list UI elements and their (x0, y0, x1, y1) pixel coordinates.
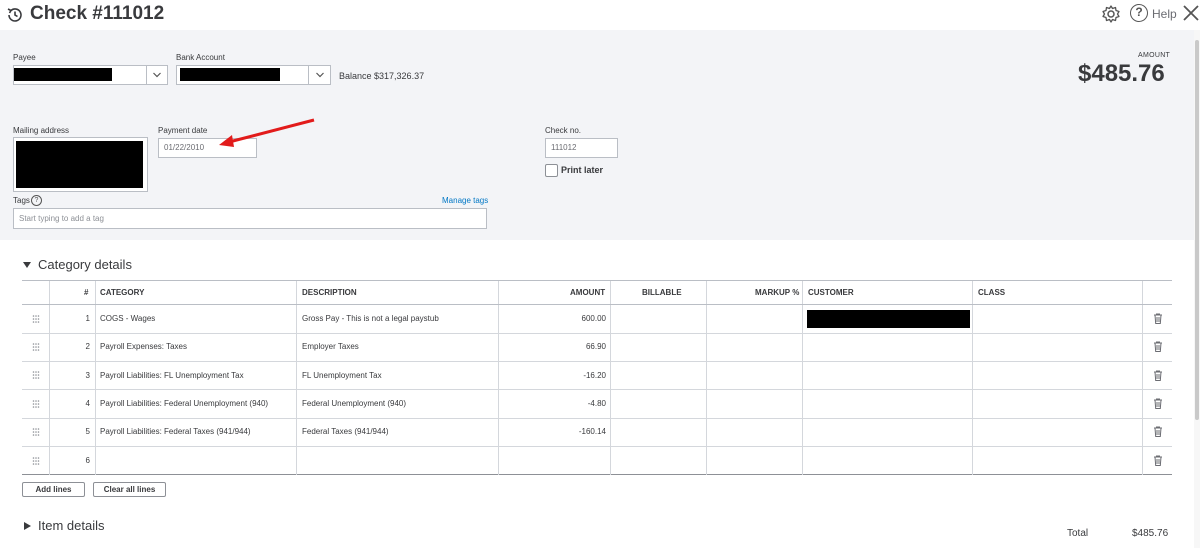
trash-icon[interactable] (1153, 426, 1163, 437)
trash-icon[interactable] (1153, 313, 1163, 324)
col-header-billable: BILLABLE (642, 288, 682, 297)
drag-handle-icon[interactable] (32, 315, 40, 323)
trash-icon[interactable] (1153, 370, 1163, 381)
trash-icon[interactable] (1153, 398, 1163, 409)
annotation-arrow (219, 118, 315, 147)
drag-handle-icon[interactable] (32, 428, 40, 436)
trash-icon[interactable] (1153, 455, 1163, 466)
row-number: 3 (85, 371, 90, 380)
bank-account-label: Bank Account (176, 53, 225, 62)
category-cell[interactable]: Payroll Expenses: Taxes (100, 341, 187, 353)
row-number: 1 (85, 314, 90, 323)
col-header-number: # (84, 288, 89, 297)
payee-dropdown-button[interactable] (146, 66, 167, 84)
category-cell[interactable]: Payroll Liabilities: Federal Taxes (941/… (100, 426, 251, 438)
tags-label: Tags (13, 196, 30, 205)
row-number: 2 (85, 342, 90, 351)
category-cell[interactable]: Payroll Liabilities: FL Unemployment Tax (100, 370, 244, 382)
amount-value: $485.76 (1078, 60, 1165, 87)
gear-icon[interactable] (1101, 4, 1121, 24)
amount-cell[interactable]: 600.00 (502, 313, 606, 325)
description-cell[interactable]: FL Unemployment Tax (302, 370, 382, 382)
description-cell[interactable]: Federal Unemployment (940) (302, 398, 406, 410)
col-header-description: DESCRIPTION (302, 288, 357, 297)
drag-handle-icon[interactable] (32, 371, 40, 379)
category-cell[interactable]: COGS - Wages (100, 313, 155, 325)
total-label: Total (1067, 528, 1089, 539)
expand-triangle-icon[interactable] (24, 522, 31, 530)
drag-handle-icon[interactable] (32, 343, 40, 351)
help-icon[interactable]: ? (1130, 4, 1148, 22)
help-icon[interactable]: ? (31, 195, 42, 206)
description-cell[interactable]: Employer Taxes (302, 341, 359, 353)
drag-handle-icon[interactable] (32, 400, 40, 408)
amount-cell[interactable]: 66.90 (502, 341, 606, 353)
category-cell[interactable]: Payroll Liabilities: Federal Unemploymen… (100, 398, 268, 410)
col-header-customer: CUSTOMER (808, 288, 854, 297)
description-cell[interactable]: Federal Taxes (941/944) (302, 426, 389, 438)
row-number: 5 (85, 427, 90, 436)
col-header-class: CLASS (978, 288, 1006, 297)
description-cell[interactable]: Gross Pay - This is not a legal paystub (302, 313, 439, 325)
total-value: $485.76 (1132, 528, 1169, 539)
manage-tags-link[interactable]: Manage tags (442, 196, 488, 205)
title-bar: Check #111012 ? Help (0, 0, 1200, 30)
add-lines-button[interactable]: Add lines (22, 482, 85, 497)
category-details-heading[interactable]: Category details (38, 257, 132, 272)
redacted-customer (807, 310, 970, 328)
print-later-label: Print later (561, 165, 604, 175)
print-later-checkbox[interactable] (545, 164, 558, 177)
clear-all-lines-button[interactable]: Clear all lines (93, 482, 166, 497)
scrollbar-thumb[interactable] (1195, 40, 1199, 420)
col-header-category: CATEGORY (100, 288, 145, 297)
bank-account-dropdown-button[interactable] (308, 66, 330, 84)
tags-input[interactable]: Start typing to add a tag (13, 208, 487, 229)
close-icon[interactable] (1181, 3, 1200, 23)
redacted-bank-account (180, 68, 280, 81)
check-no-input[interactable]: 111012 (545, 138, 618, 158)
col-header-markup: MARKUP % (755, 288, 800, 297)
help-link[interactable]: Help (1152, 7, 1177, 21)
mailing-address-label: Mailing address (13, 126, 70, 135)
amount-label: AMOUNT (1138, 52, 1171, 59)
page-title: Check #111012 (30, 3, 165, 24)
payee-label: Payee (13, 53, 36, 62)
redacted-payee (14, 68, 112, 81)
item-details-heading[interactable]: Item details (38, 518, 104, 533)
chevron-down-icon (315, 72, 324, 78)
row-number: 6 (85, 456, 90, 465)
collapse-triangle-icon[interactable] (23, 261, 31, 269)
recent-transactions-icon[interactable] (5, 5, 25, 25)
row-number: 4 (85, 399, 90, 408)
chevron-down-icon (153, 72, 161, 78)
amount-cell[interactable]: -160.14 (502, 426, 606, 438)
drag-handle-icon[interactable] (32, 457, 40, 465)
trash-icon[interactable] (1153, 341, 1163, 352)
check-no-label: Check no. (545, 126, 582, 135)
redacted-mailing-address (16, 141, 143, 188)
col-header-amount: AMOUNT (570, 288, 606, 297)
payment-date-label: Payment date (158, 126, 208, 135)
bank-balance: Balance $317,326.37 (339, 71, 425, 81)
amount-cell[interactable]: -4.80 (502, 398, 606, 410)
amount-cell[interactable]: -16.20 (502, 370, 606, 382)
category-details-table: # CATEGORY DESCRIPTION AMOUNT BILLABLE M… (22, 280, 1172, 475)
